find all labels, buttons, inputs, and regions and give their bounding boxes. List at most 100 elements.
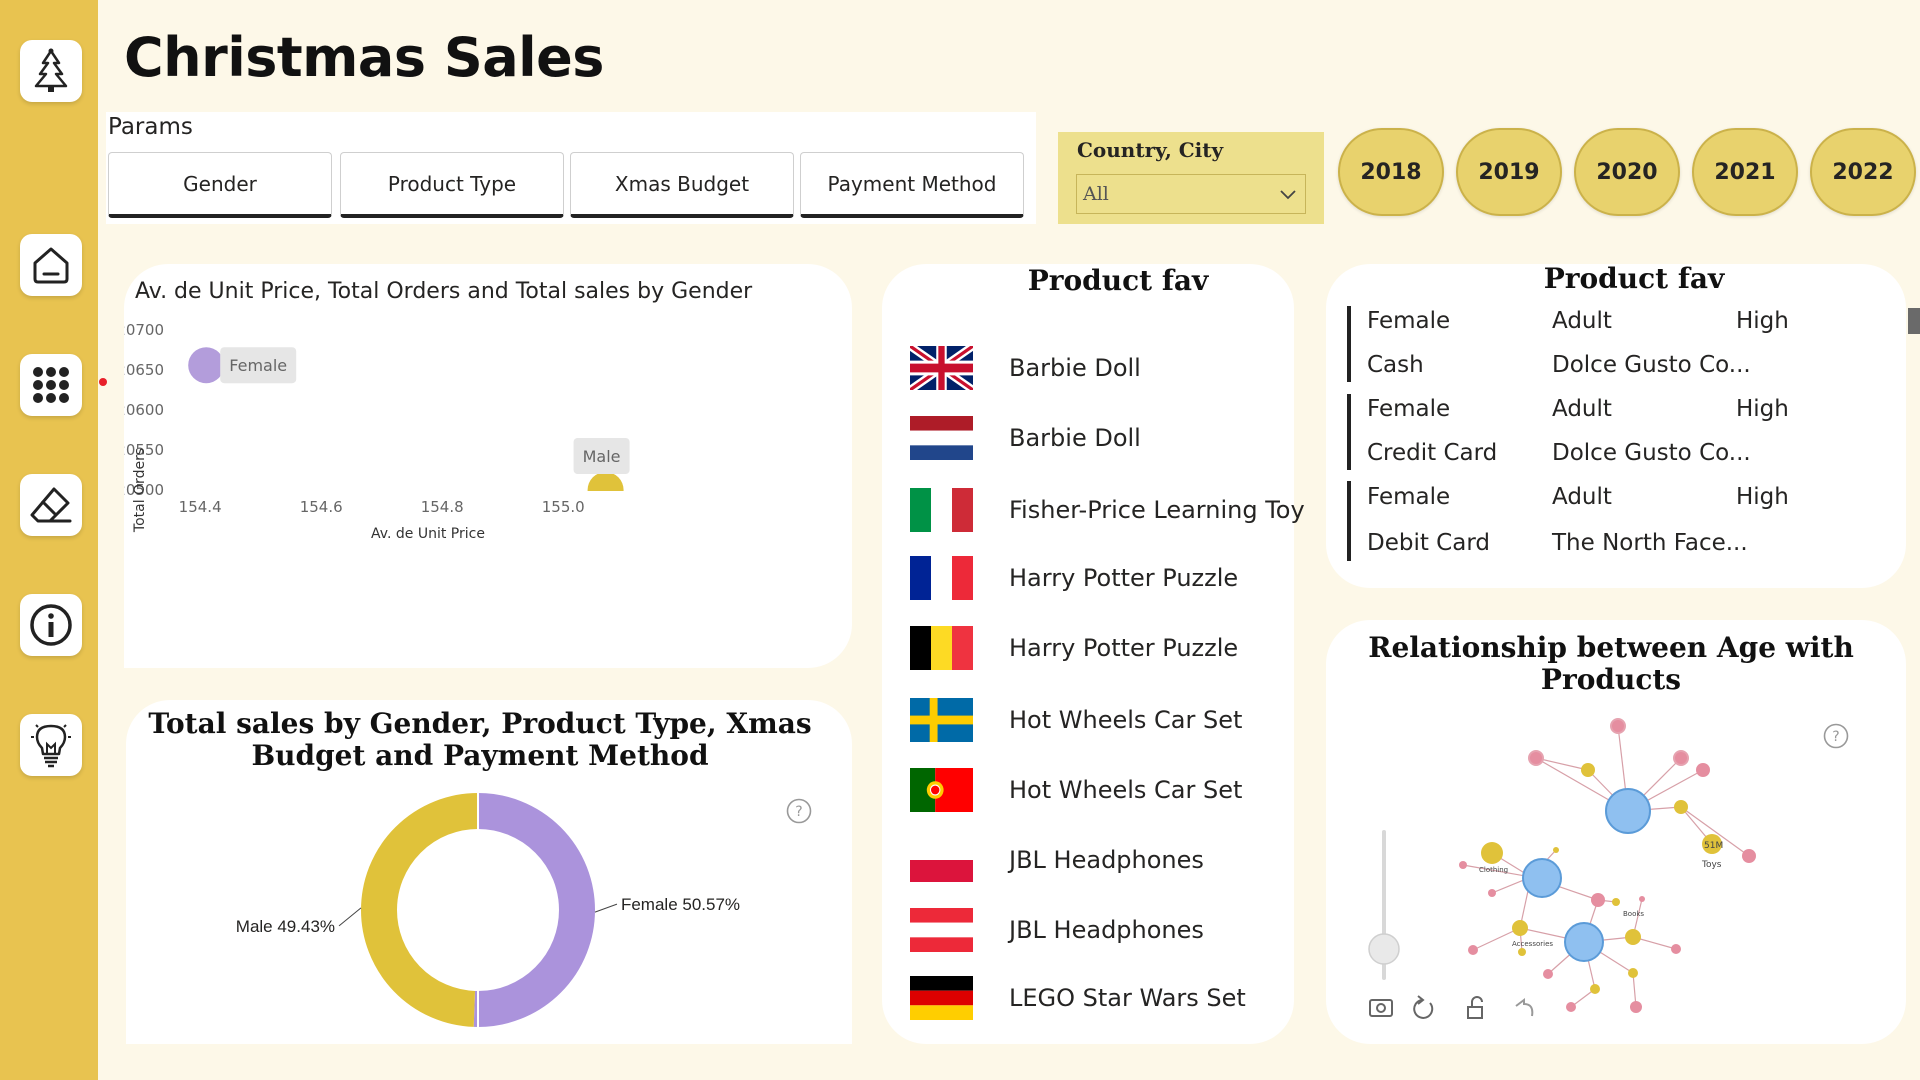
germany-flag-icon <box>910 976 973 1020</box>
x-tick-label: 154.4 <box>179 498 222 516</box>
list-item[interactable]: Barbie Doll <box>910 416 1290 466</box>
sidebar <box>0 0 98 1080</box>
list-item[interactable]: Harry Potter Puzzle <box>910 556 1290 606</box>
data-label: Female <box>229 356 287 375</box>
cell-payment: Debit Card <box>1367 530 1490 556</box>
list-item[interactable]: Fisher-Price Learning Toy <box>910 488 1305 538</box>
product-name: Hot Wheels Car Set <box>1009 706 1243 734</box>
year-2018-button[interactable]: 2018 <box>1338 128 1444 216</box>
params-panel: Params Gender Product Type Xmas Budget P… <box>106 112 1036 224</box>
network-label-clothing: Clothing <box>1479 866 1508 874</box>
italy-flag-icon <box>910 488 973 532</box>
param-product-type-button[interactable]: Product Type <box>340 152 564 218</box>
country-city-dropdown[interactable]: All <box>1076 174 1306 214</box>
apps-grid-button[interactable] <box>20 354 82 416</box>
cell-product: The North Face... <box>1552 530 1748 556</box>
network-title: Relationship between Age with Products <box>1368 631 1854 696</box>
y-tick-label: 20600 <box>124 401 164 419</box>
sweden-flag-icon <box>910 698 973 742</box>
product-name: Harry Potter Puzzle <box>1009 564 1239 592</box>
undo-icon[interactable] <box>1515 998 1534 1017</box>
x-tick-label: 155.0 <box>542 498 585 516</box>
scatter-point <box>587 472 624 491</box>
param-xmas-budget-button[interactable]: Xmas Budget <box>570 152 794 218</box>
france-flag-icon <box>910 556 973 600</box>
cell-age: Adult <box>1552 308 1612 334</box>
christmas-tree-button[interactable] <box>20 40 82 102</box>
poland-flag-icon <box>910 838 973 882</box>
country-city-slicer: Country, City All <box>1058 132 1324 224</box>
x-axis-label: Av. de Unit Price <box>371 526 485 542</box>
cell-product: Dolce Gusto Co... <box>1552 352 1751 378</box>
apps-grid-icon <box>33 367 69 403</box>
network-label-books: Books <box>1623 910 1644 918</box>
product-name: LEGO Star Wars Set <box>1009 984 1246 1012</box>
netherlands-flag-icon <box>910 416 973 460</box>
product-name: Barbie Doll <box>1009 354 1141 382</box>
y-axis-label: Total Orders <box>132 448 148 533</box>
year-2022-button[interactable]: 2022 <box>1810 128 1916 216</box>
param-payment-method-button[interactable]: Payment Method <box>800 152 1024 218</box>
cell-gender: Female <box>1367 484 1451 510</box>
list-item[interactable]: LEGO Star Wars Set <box>910 976 1290 1026</box>
cell-age: Adult <box>1552 396 1612 422</box>
list-item[interactable]: Hot Wheels Car Set <box>910 768 1290 818</box>
list-item[interactable]: JBL Headphones <box>910 838 1290 888</box>
uk-flag-icon <box>910 346 973 390</box>
portugal-flag-icon <box>910 768 973 812</box>
page-title: Christmas Sales <box>124 26 604 89</box>
unlock-icon[interactable] <box>1467 996 1483 1019</box>
data-label: Male <box>583 447 621 466</box>
x-tick-label: 154.6 <box>300 498 343 516</box>
cell-budget: High <box>1736 308 1789 334</box>
slicer-title: Country, City <box>1077 138 1224 162</box>
year-2019-button[interactable]: 2019 <box>1456 128 1562 216</box>
cell-payment: Cash <box>1367 352 1424 378</box>
scatter-chart: 2070020650206002055020500154.4154.6154.8… <box>124 321 630 542</box>
list-item[interactable]: Harry Potter Puzzle <box>910 626 1290 676</box>
christmas-tree-icon <box>34 48 68 92</box>
x-tick-label: 154.8 <box>421 498 464 516</box>
austria-flag-icon <box>910 908 973 952</box>
product-name: Barbie Doll <box>1009 424 1141 452</box>
year-2021-button[interactable]: 2021 <box>1692 128 1798 216</box>
cell-product: Dolce Gusto Co... <box>1552 440 1751 466</box>
product-name: Fisher-Price Learning Toy <box>1009 496 1305 524</box>
refresh-icon[interactable] <box>1413 995 1434 1019</box>
svg-text:?: ? <box>795 804 802 820</box>
slice-label: Male 49.43% <box>236 917 335 936</box>
donut-title: Total sales by Gender, Product Type, Xma… <box>148 707 812 772</box>
chevron-down-icon <box>1280 190 1296 200</box>
list-item[interactable]: Barbie Doll <box>910 346 1290 396</box>
lightbulb-icon <box>31 724 71 768</box>
belgium-flag-icon <box>910 626 973 670</box>
donut-chart: Female 50.57% Male 49.43% <box>236 793 740 1027</box>
cell-budget: High <box>1736 396 1789 422</box>
year-2020-button[interactable]: 2020 <box>1574 128 1680 216</box>
network-graph: Clothing Toys 51M Books Accessories <box>1368 718 1756 1019</box>
y-tick-label: 20700 <box>124 321 164 339</box>
row-group-bar <box>1347 394 1351 470</box>
network-label-accessories: Accessories <box>1512 940 1553 948</box>
scatter-title: Av. de Unit Price, Total Orders and Tota… <box>135 279 753 304</box>
list-item[interactable]: Hot Wheels Car Set <box>910 698 1290 748</box>
zoom-slider[interactable] <box>1368 830 1400 980</box>
product-name: JBL Headphones <box>1009 916 1204 944</box>
row-group-bar <box>1347 306 1351 382</box>
lightbulb-button[interactable] <box>20 714 82 776</box>
list-item[interactable]: JBL Headphones <box>910 908 1290 958</box>
product-name: Harry Potter Puzzle <box>1009 634 1239 662</box>
param-gender-button[interactable]: Gender <box>108 152 332 218</box>
cell-payment: Credit Card <box>1367 440 1498 466</box>
info-button[interactable] <box>20 594 82 656</box>
home-button[interactable] <box>20 234 82 296</box>
eraser-icon <box>30 487 72 523</box>
product-fav-list-title: Product fav <box>1027 264 1209 297</box>
eraser-button[interactable] <box>20 474 82 536</box>
scrollbar-thumb[interactable] <box>1908 308 1920 334</box>
cell-gender: Female <box>1367 396 1451 422</box>
row-group-bar <box>1347 481 1351 561</box>
camera-icon[interactable] <box>1369 999 1393 1017</box>
slicer-value: All <box>1083 183 1109 205</box>
leader-line <box>594 903 618 913</box>
